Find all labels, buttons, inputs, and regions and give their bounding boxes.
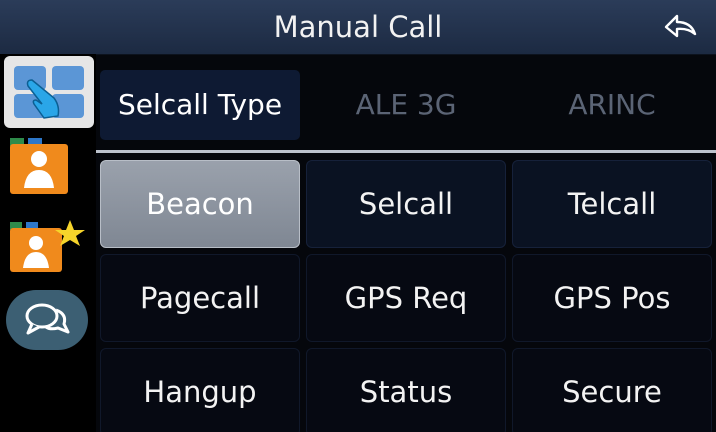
sidebar-item-messages[interactable] — [6, 290, 88, 350]
tab-selcall-type[interactable]: Selcall Type — [100, 70, 300, 140]
selcall-button[interactable]: Selcall — [306, 160, 506, 248]
hangup-button[interactable]: Hangup — [100, 348, 300, 432]
tab-ale-3g[interactable]: ALE 3G — [306, 70, 506, 140]
favorite-contact-icon — [10, 220, 85, 272]
title-bar: Manual Call — [0, 0, 716, 55]
contact-icon — [10, 138, 68, 194]
chat-bubbles-icon — [25, 303, 70, 335]
manual-call-screen: Manual Call Selcall Type ALE 3G ARINC Be… — [0, 0, 716, 432]
secure-button[interactable]: Secure — [512, 348, 712, 432]
sidebar-item-contacts[interactable] — [8, 136, 70, 196]
gps-req-button[interactable]: GPS Req — [306, 254, 506, 342]
divider — [96, 150, 716, 153]
back-button[interactable] — [658, 8, 702, 46]
call-type-tabs: Selcall Type ALE 3G ARINC — [96, 58, 716, 146]
back-arrow-icon — [664, 14, 697, 38]
tab-arinc[interactable]: ARINC — [512, 70, 712, 140]
telcall-button[interactable]: Telcall — [512, 160, 712, 248]
status-button[interactable]: Status — [306, 348, 506, 432]
sidebar-item-favorites[interactable] — [8, 218, 90, 278]
page-title: Manual Call — [273, 10, 443, 44]
touch-select-icon — [14, 66, 84, 119]
pagecall-button[interactable]: Pagecall — [100, 254, 300, 342]
sidebar-item-touch-select[interactable] — [4, 56, 94, 128]
gps-pos-button[interactable]: GPS Pos — [512, 254, 712, 342]
call-grid: Beacon Selcall Telcall Pagecall GPS Req … — [96, 156, 716, 432]
beacon-button[interactable]: Beacon — [100, 160, 300, 248]
sidebar — [0, 54, 96, 432]
